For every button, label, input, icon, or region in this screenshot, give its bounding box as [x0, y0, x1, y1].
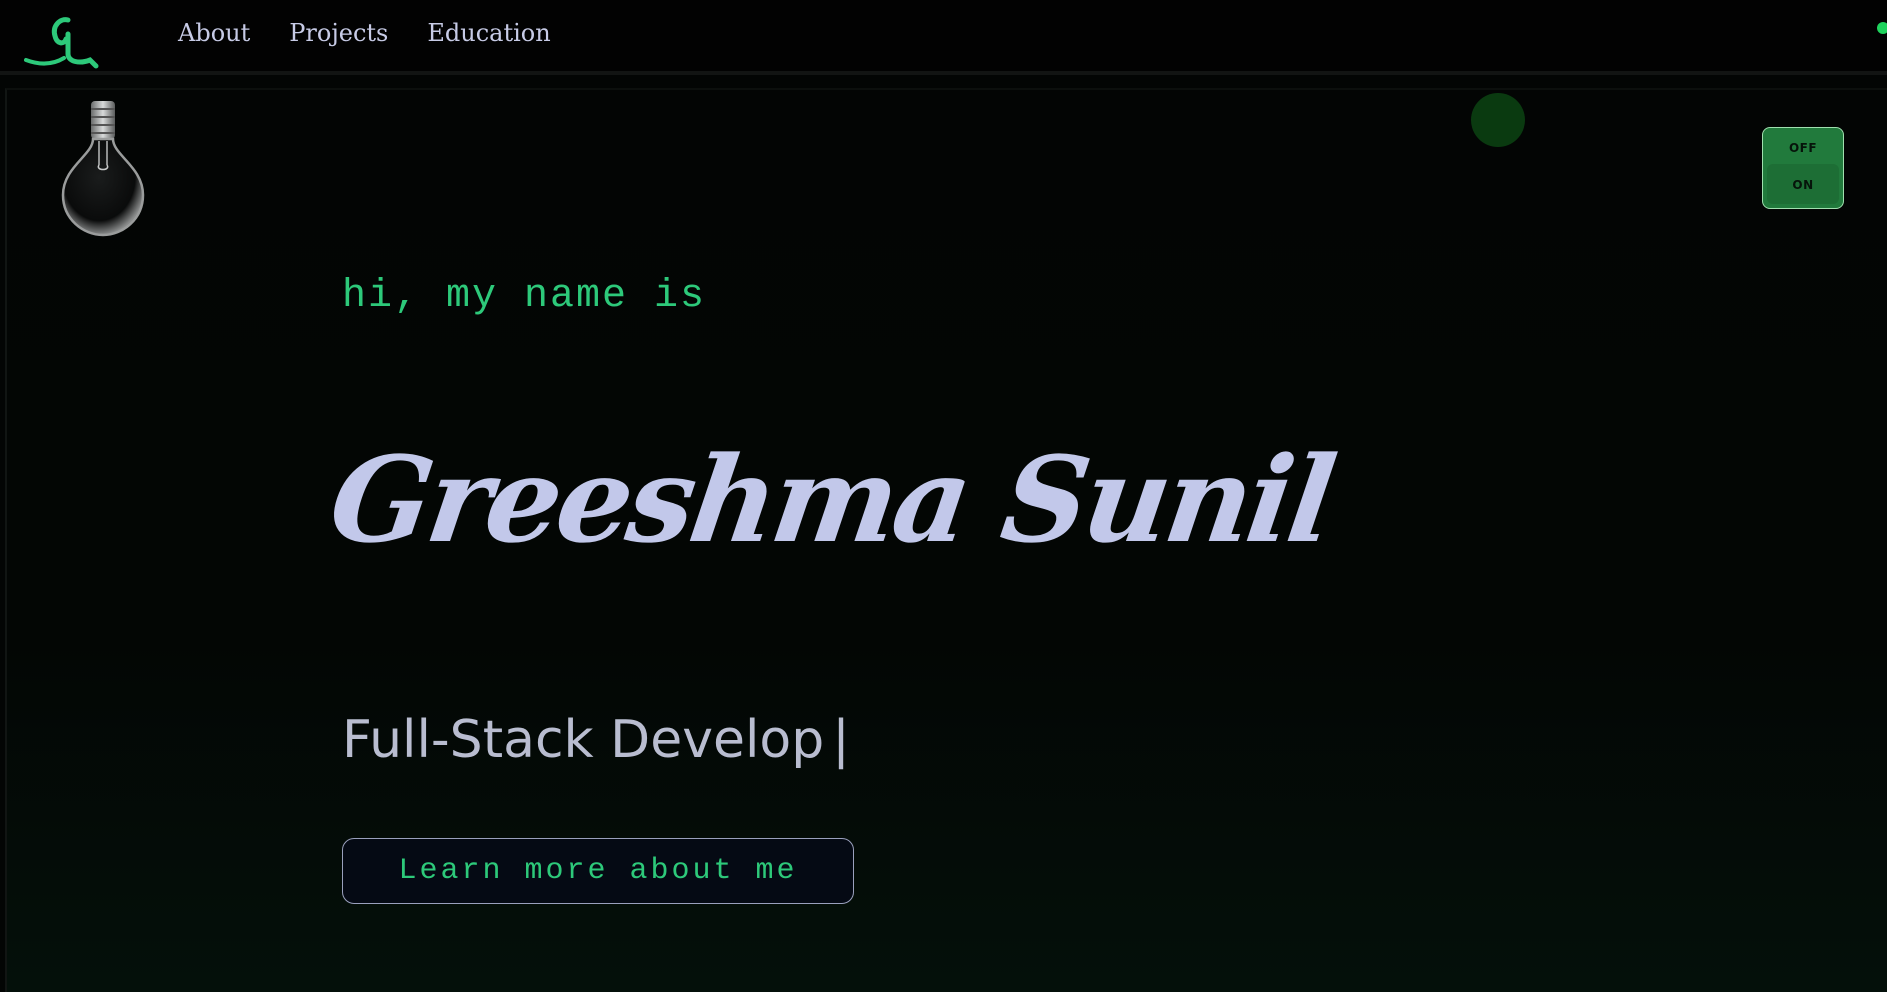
status-dot — [1877, 22, 1887, 34]
top-navbar: About Projects Education — [0, 0, 1887, 75]
light-bulb-icon[interactable] — [55, 95, 151, 240]
nav-link-projects[interactable]: Projects — [289, 19, 388, 47]
light-toggle-switch[interactable]: OFF ON — [1762, 127, 1844, 209]
nav-links: About Projects Education — [178, 19, 551, 47]
intro-text: hi, my name is — [342, 274, 707, 319]
toggle-off-label: OFF — [1788, 141, 1818, 155]
toggle-on-label: ON — [1792, 178, 1814, 192]
learn-more-button[interactable]: Learn more about me — [342, 838, 854, 904]
decorative-orb — [1471, 93, 1525, 147]
nav-link-education[interactable]: Education — [427, 19, 550, 47]
logo-icon[interactable] — [24, 14, 112, 70]
hero-name: Greeshma Sunil — [322, 430, 1340, 569]
role-text: Full-Stack Develop — [342, 710, 825, 770]
nav-link-about[interactable]: About — [178, 19, 250, 47]
typing-cursor: | — [832, 710, 850, 770]
role-typewriter: Full-Stack Develop | — [342, 710, 850, 770]
